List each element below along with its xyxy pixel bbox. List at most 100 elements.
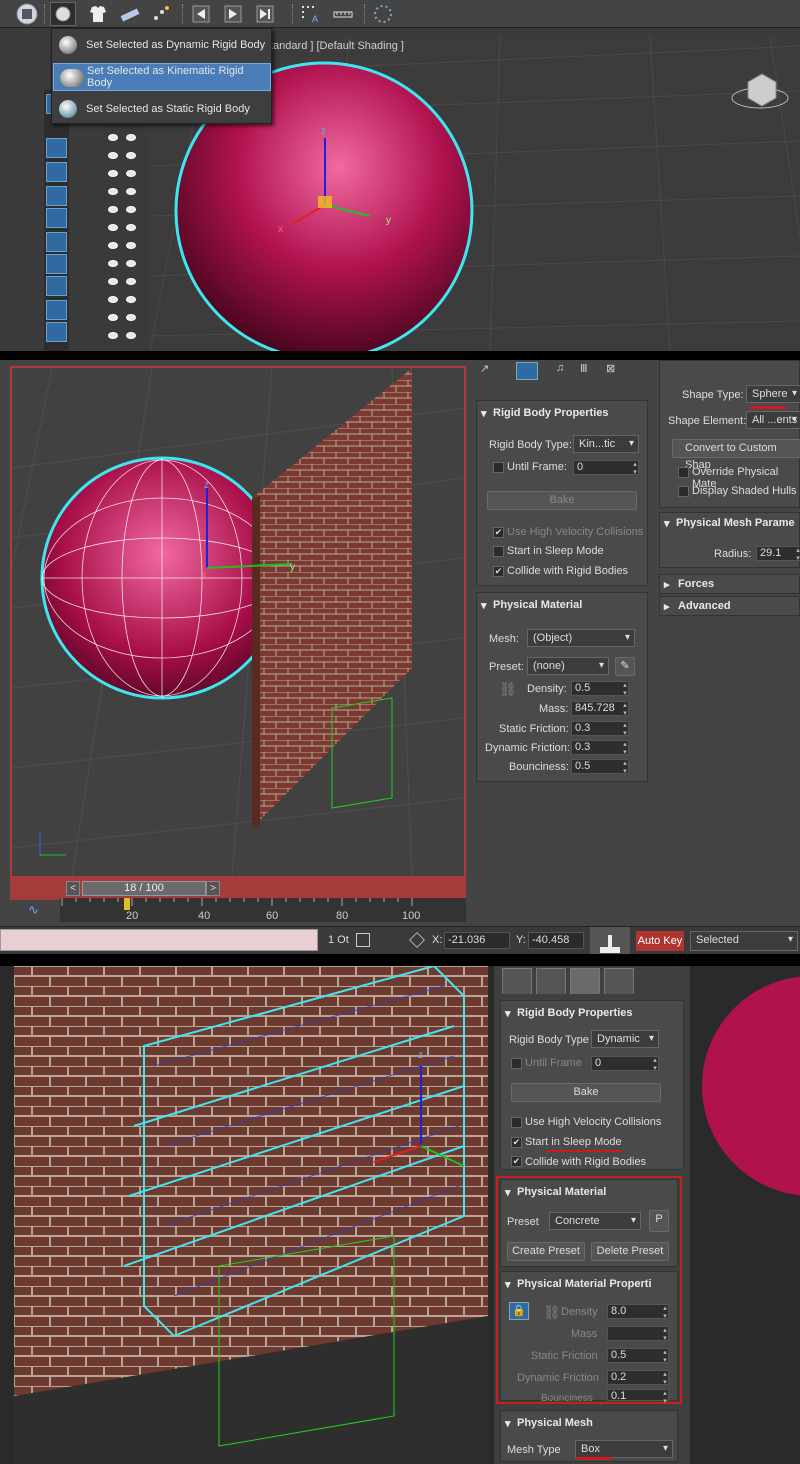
curve-editor-icon[interactable]: ∿ [28,902,42,917]
rollout-title[interactable]: Physical Material Properti [517,1278,652,1290]
eye-icon[interactable] [126,152,136,159]
collapse-arrow-icon[interactable]: ▾ [481,599,487,612]
link-icon[interactable]: ⛓ [499,681,517,698]
bounciness-spinner[interactable]: 0.1 [607,1389,669,1405]
modify-tab-icon[interactable] [536,968,566,994]
timeline-ruler[interactable]: 20 40 60 80 100 [60,898,466,922]
density-spinner[interactable]: 8.0 [607,1304,669,1320]
convert-custom-shape-button[interactable]: Convert to Custom Shap [672,439,800,471]
eye-icon[interactable] [108,296,118,303]
collapse-arrow-icon[interactable]: ▾ [505,1417,511,1430]
preset-pick-button[interactable]: P [649,1210,669,1232]
sleep-mode-checkbox[interactable] [493,546,504,557]
eye-icon[interactable] [108,314,118,321]
menu-item-static-rigid-body[interactable]: Set Selected as Static Rigid Body [53,95,271,123]
display-icon[interactable]: Ⅲ [580,362,594,376]
preset-dropdown[interactable]: Concrete [549,1212,641,1230]
eye-icon[interactable] [126,170,136,177]
eye-icon[interactable] [126,332,136,339]
eye-icon[interactable] [108,260,118,267]
modify-tab-icon[interactable] [516,362,538,380]
hierarchy-icon[interactable]: ♫ [556,362,570,376]
maxscript-listener[interactable] [0,929,318,951]
create-preset-button[interactable]: Create Preset [507,1242,585,1261]
eye-icon[interactable] [126,278,136,285]
auto-key-button[interactable]: Auto Key [636,931,684,951]
bone-icon[interactable] [46,276,67,296]
preset-dropdown[interactable]: (none) [527,657,609,675]
collapse-arrow-icon[interactable]: ▾ [481,407,487,420]
lock-icon[interactable]: 🔒 [509,1302,529,1320]
eye-icon[interactable] [108,152,118,159]
time-prev-button[interactable]: < [66,881,80,896]
camera-icon[interactable] [46,162,67,182]
time-next-button[interactable]: > [206,881,220,896]
eye-icon[interactable] [126,314,136,321]
eye-icon[interactable] [108,134,118,141]
light-icon[interactable] [46,138,67,158]
collide-checkbox[interactable]: ✔ [493,566,504,577]
hierarchy-tab-icon[interactable] [570,968,600,994]
mesh-dropdown[interactable]: (Object) [527,629,635,647]
absolute-mode-icon[interactable] [409,932,425,948]
eye-icon[interactable] [126,188,136,195]
eye-icon[interactable] [126,242,136,249]
rollout-title[interactable]: Rigid Body Properties [493,407,609,419]
utilities-icon[interactable]: ⊠ [606,362,620,376]
eye-icon[interactable] [126,224,136,231]
dynamic-friction-spinner[interactable]: 0.2 [607,1370,669,1386]
eye-icon[interactable] [108,278,118,285]
cloth-icon[interactable] [85,2,111,26]
rollout-title[interactable]: Rigid Body Properties [517,1007,633,1019]
eye-icon[interactable] [126,134,136,141]
menu-item-dynamic-rigid-body[interactable]: Set Selected as Dynamic Rigid Body [53,31,271,59]
viewport-brick-wall[interactable]: z [14,966,488,1464]
sleep-mode-checkbox[interactable]: ✔ [511,1137,522,1148]
create-tab-icon[interactable] [502,968,532,994]
eye-icon[interactable] [108,242,118,249]
viewport-perspective[interactable]: x y z [10,366,466,878]
rigid-body-flyout-icon[interactable] [50,2,76,26]
spacewarp-icon[interactable] [46,208,67,228]
eye-icon[interactable] [126,296,136,303]
menu-item-kinematic-rigid-body[interactable]: Set Selected as Kinematic Rigid Body [53,63,271,91]
rollout-title[interactable]: Physical Material [517,1186,606,1198]
mass-spinner[interactable] [607,1326,669,1342]
mass-spinner[interactable]: 845.728 [571,701,629,717]
ruler-icon[interactable] [330,2,356,26]
transform-gizmo[interactable]: z y x [270,120,400,240]
grid-text-icon[interactable]: A [298,2,324,26]
y-coordinate-input[interactable]: -40.458 [528,932,584,949]
override-material-checkbox[interactable] [678,467,689,478]
bounciness-spinner[interactable]: 0.5 [571,759,629,775]
time-slider[interactable]: 18 / 100 [82,881,206,896]
helper-icon[interactable] [46,186,67,206]
utilities-tab-icon[interactable] [604,968,634,994]
selection-lock-icon[interactable] [356,933,370,947]
transform-gizmo[interactable]: x y z [192,478,302,588]
link-icon[interactable]: ⛓ [543,1304,561,1321]
collapse-arrow-icon[interactable]: ▾ [505,1186,511,1199]
eye-icon[interactable] [108,224,118,231]
constraint-icon[interactable] [117,2,143,26]
pointer-icon[interactable]: ↗ [480,362,494,376]
set-key-icon[interactable] [590,927,630,954]
particle-icon[interactable] [148,2,174,26]
rollout-title[interactable]: Physical Material [493,599,582,611]
eyedropper-icon[interactable]: ✎ [615,657,635,676]
gear-icon[interactable] [46,322,67,342]
rigid-body-type-dropdown[interactable]: Dynamic [591,1030,659,1048]
rollout-title[interactable]: Physical Mesh Parame [676,517,795,529]
mesh-type-dropdown[interactable]: Box [575,1440,673,1458]
rigid-body-type-dropdown[interactable]: Kin...tic [573,435,639,453]
shape-type-dropdown[interactable]: Sphere [746,385,800,403]
high-velocity-checkbox[interactable]: ✔ [493,527,504,538]
delete-preset-button[interactable]: Delete Preset [591,1242,669,1261]
until-frame-spinner[interactable]: 0 [591,1056,659,1072]
forces-rollout[interactable]: ▸ Forces [659,574,800,594]
bake-button[interactable]: Bake [511,1083,661,1102]
eye-icon[interactable] [108,188,118,195]
system-icon[interactable] [46,232,67,252]
advanced-rollout[interactable]: ▸ Advanced [659,596,800,616]
static-friction-spinner[interactable]: 0.3 [571,721,629,737]
